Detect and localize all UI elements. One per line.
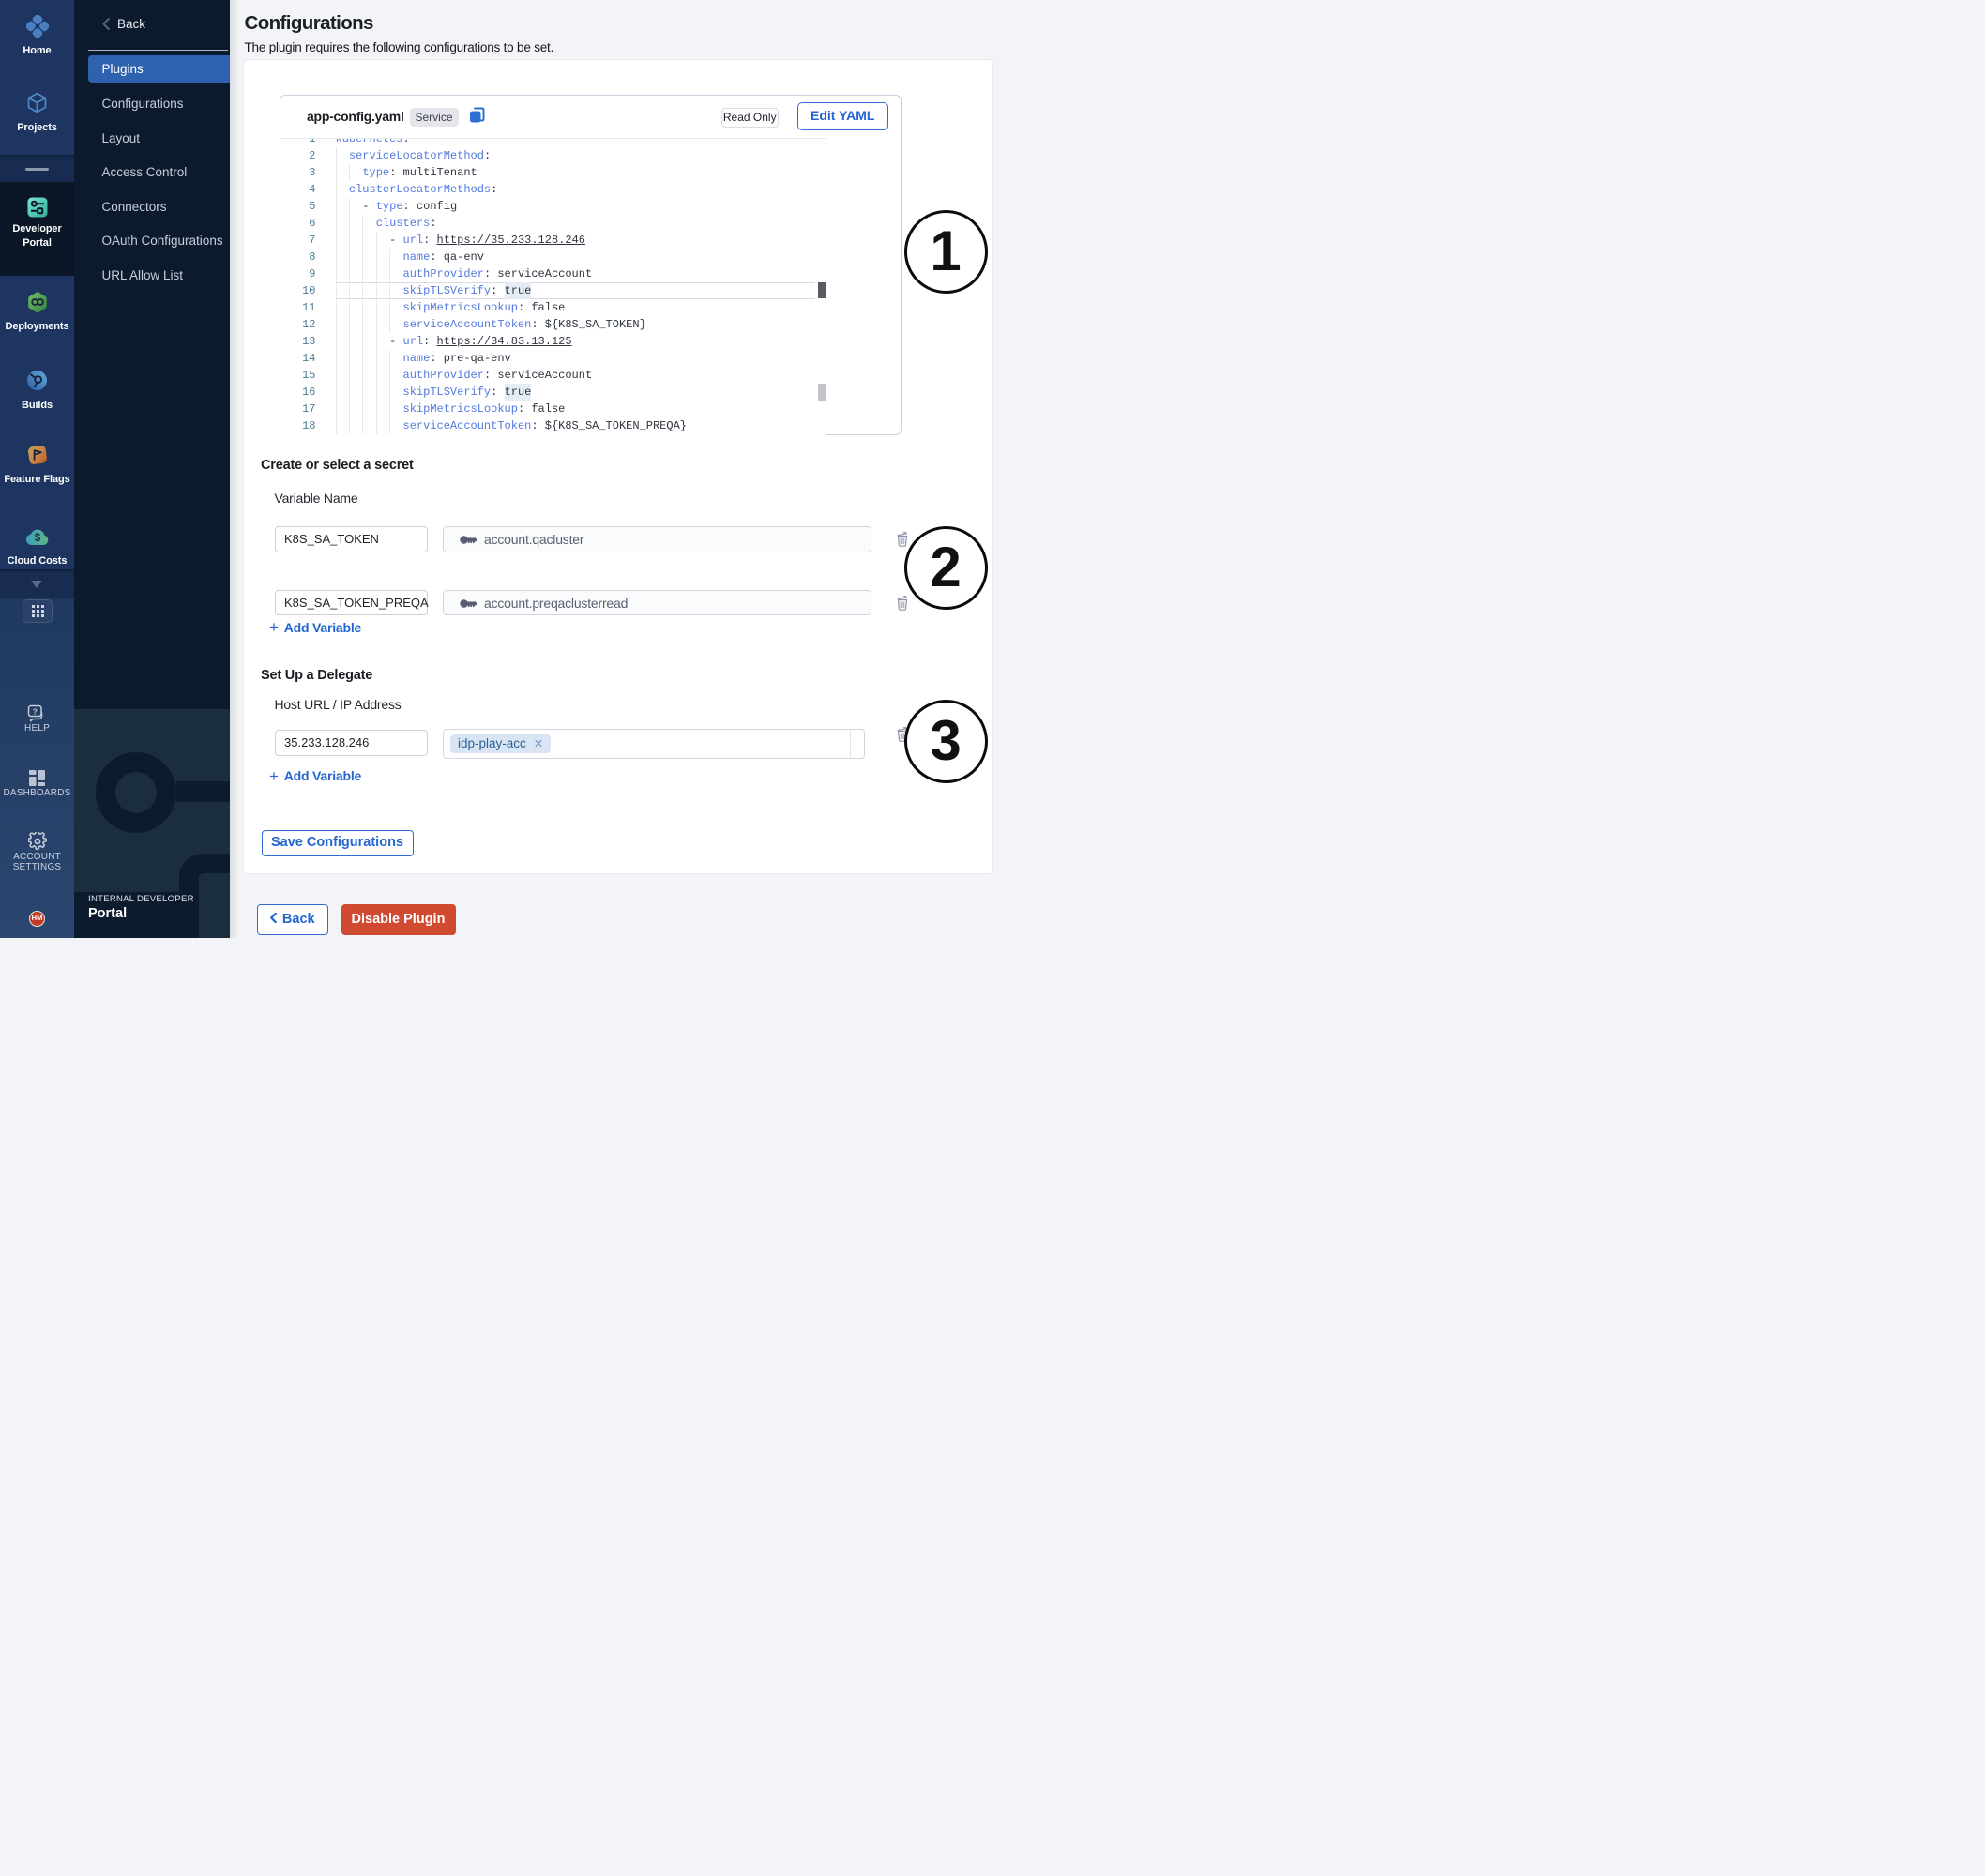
svg-text:?: ?	[33, 706, 38, 716]
svg-text:$: $	[34, 533, 40, 544]
